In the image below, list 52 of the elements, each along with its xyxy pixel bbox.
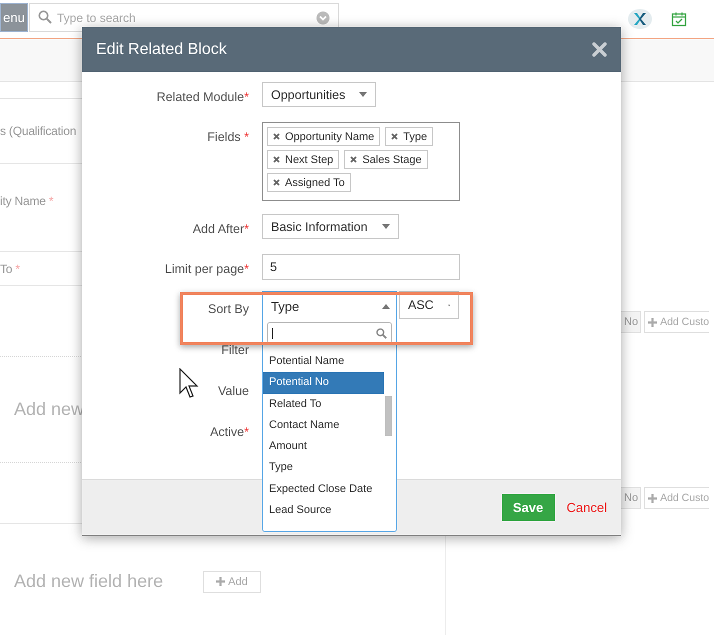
select-field[interactable]: ASC [399, 291, 459, 319]
dropdown-option[interactable]: Lead Source [263, 500, 384, 522]
search-field[interactable] [267, 322, 392, 344]
remove-icon[interactable] [273, 179, 280, 186]
dialog-title: Edit Related Block [96, 40, 227, 58]
field-label: Filter [221, 342, 249, 357]
close-icon[interactable] [592, 42, 607, 57]
dropdown-option[interactable]: Contact Name [263, 414, 384, 436]
tag-chip[interactable]: Sales Stage [344, 150, 428, 169]
input-field[interactable]: 5 [262, 254, 460, 280]
caret-up-icon [382, 304, 390, 309]
tag-chip[interactable]: Next Step [267, 150, 340, 169]
field-label: Active* [210, 424, 249, 439]
cancel-link[interactable]: Cancel [566, 500, 607, 515]
dropdown-option[interactable]: Potential No [263, 372, 384, 394]
field-label: Limit per page* [164, 261, 249, 276]
select-field[interactable]: Opportunities [262, 82, 376, 107]
scrollbar[interactable] [385, 396, 392, 436]
plus-icon [216, 577, 226, 586]
remove-icon[interactable] [391, 133, 398, 140]
plus-icon [648, 318, 658, 326]
remove-icon[interactable] [273, 156, 280, 163]
tags-field[interactable]: Opportunity Name Type Next Step Sales Stage Assigned To [262, 122, 460, 201]
x-logo-icon[interactable] [627, 8, 653, 30]
tag-chip[interactable]: Type [385, 127, 434, 146]
mouse-pointer-icon [179, 368, 199, 400]
dropdown-option[interactable]: Type [263, 457, 384, 479]
field-label: s (Qualification [0, 124, 76, 138]
chevron-down-icon [316, 11, 330, 25]
dropdown-option[interactable]: Amount [263, 436, 384, 458]
caret-down-icon [359, 92, 368, 97]
search-icon [38, 10, 52, 24]
field-label: Add After* [192, 221, 249, 236]
tag-chip[interactable]: Assigned To [267, 173, 351, 192]
field-label: ity Name * [0, 194, 54, 208]
remove-icon[interactable] [350, 156, 358, 163]
tag-chip[interactable]: Opportunity Name [267, 127, 380, 146]
field-label: Value [218, 383, 249, 398]
plus-icon [648, 494, 658, 502]
field-label: To * [0, 262, 20, 276]
calendar-check-icon[interactable] [671, 11, 687, 27]
caret-down-icon [382, 224, 390, 229]
select-field[interactable]: Basic Information [262, 214, 399, 239]
dropdown-option[interactable]: Potential Name [263, 351, 384, 372]
drop-zone-hint: Add new field here [14, 571, 164, 592]
search-icon [376, 328, 387, 338]
dropdown-option[interactable]: Related To [263, 394, 384, 415]
remove-icon[interactable] [273, 133, 280, 140]
field-label: Related Module* [156, 89, 249, 104]
field-label: Sort By [208, 301, 249, 316]
dropdown-option[interactable]: Expected Close Date [263, 478, 384, 500]
field-label: Fields * [207, 129, 249, 144]
